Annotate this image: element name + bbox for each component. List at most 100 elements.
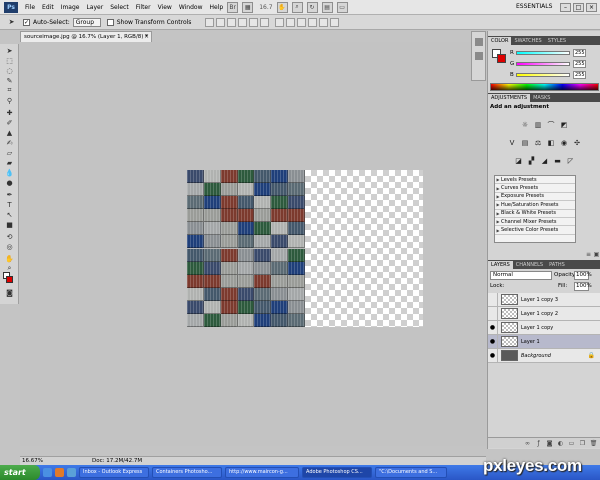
preset-curves[interactable]: ▶ Curves Presets xyxy=(495,184,575,193)
document-size-info[interactable]: Doc: 17.2M/42.7M xyxy=(92,458,142,464)
history-brush-tool-icon[interactable]: ✍ xyxy=(4,138,15,147)
dodge-tool-icon[interactable]: ● xyxy=(4,178,15,187)
task-explorer[interactable]: "C:\Documents and S... xyxy=(375,467,447,478)
gradient-tool-icon[interactable]: ▰ xyxy=(4,158,15,167)
distribute-left-icon[interactable] xyxy=(308,17,318,27)
auto-select-checkbox[interactable]: ✓ xyxy=(23,18,30,26)
menu-image[interactable]: Image xyxy=(61,4,80,11)
document-tab[interactable]: sourceimage.jpg @ 16.7% (Layer 1, RGB/8)… xyxy=(20,31,152,42)
tab-styles[interactable]: STYLES xyxy=(545,37,569,45)
adjustment-layer-icon[interactable]: ◐ xyxy=(557,440,564,447)
task-containers-photoshop[interactable]: Containers Photosho... xyxy=(152,467,222,478)
menu-file[interactable]: File xyxy=(25,4,35,11)
menu-view[interactable]: View xyxy=(158,4,172,11)
history-panel-icon[interactable] xyxy=(475,38,483,46)
layer-name[interactable]: Layer 1 xyxy=(521,339,540,345)
gradient-map-icon[interactable]: ▬ xyxy=(553,156,562,165)
preset-exposure[interactable]: ▶ Exposure Presets xyxy=(495,193,575,202)
lasso-tool-icon[interactable]: ◌ xyxy=(4,66,15,75)
curves-icon[interactable]: ⌒ xyxy=(547,120,556,129)
foreground-color-swatch[interactable] xyxy=(6,276,13,283)
eye-icon[interactable]: ● xyxy=(488,320,498,335)
fill-input[interactable]: 100% xyxy=(574,282,592,291)
move-tool-preset-icon[interactable]: ➤ xyxy=(6,18,17,27)
zoom-tool-icon[interactable]: ⌕ xyxy=(291,1,303,13)
container-image[interactable] xyxy=(187,170,305,327)
align-center-icon[interactable] xyxy=(249,17,259,27)
hue-saturation-icon[interactable]: ▤ xyxy=(521,138,530,147)
vibrance-icon[interactable]: V xyxy=(508,138,517,147)
firefox-quicklaunch-icon[interactable] xyxy=(55,468,64,477)
distribute-top-icon[interactable] xyxy=(275,17,285,27)
invert-icon[interactable]: ◪ xyxy=(514,156,523,165)
tab-adjustments[interactable]: ADJUSTMENTS xyxy=(488,94,531,102)
visibility-toggle[interactable] xyxy=(488,292,498,307)
preset-black-white[interactable]: ▶ Black & White Presets xyxy=(495,210,575,218)
preset-channel-mixer[interactable]: ▶ Channel Mixer Presets xyxy=(495,218,575,227)
menu-layer[interactable]: Layer xyxy=(86,4,103,11)
tab-color[interactable]: COLOR xyxy=(488,37,512,45)
layer-name[interactable]: Layer 1 copy 3 xyxy=(521,297,558,303)
bridge-icon[interactable]: Br xyxy=(227,1,239,13)
move-tool-icon[interactable]: ➤ xyxy=(4,46,15,55)
add-mask-icon[interactable]: ◙ xyxy=(546,440,553,447)
transparent-canvas-region[interactable] xyxy=(305,170,423,327)
menu-edit[interactable]: Edit xyxy=(42,4,54,11)
eye-icon[interactable]: ● xyxy=(488,334,498,349)
path-selection-tool-icon[interactable]: ↖ xyxy=(4,210,15,219)
channel-mixer-icon[interactable]: ✣ xyxy=(573,138,582,147)
arrange-documents-icon[interactable]: ▤ xyxy=(321,1,333,13)
ie-quicklaunch-icon[interactable] xyxy=(43,468,52,477)
layer-style-icon[interactable]: ƒ xyxy=(535,440,542,447)
actions-panel-icon[interactable] xyxy=(475,52,483,60)
layer-row-copy-2[interactable]: Layer 1 copy 2 xyxy=(488,306,600,321)
exposure-icon[interactable]: ◩ xyxy=(560,120,569,129)
tab-layers[interactable]: LAYERS xyxy=(488,261,513,269)
type-tool-icon[interactable]: T xyxy=(4,200,15,209)
distribute-right-icon[interactable] xyxy=(330,17,340,27)
align-top-icon[interactable] xyxy=(205,17,215,27)
layer-name[interactable]: Layer 1 copy 2 xyxy=(521,311,558,317)
threshold-icon[interactable]: ◢ xyxy=(540,156,549,165)
healing-brush-tool-icon[interactable]: ✚ xyxy=(4,108,15,117)
menu-window[interactable]: Window xyxy=(179,4,203,11)
3d-rotate-tool-icon[interactable]: ⟲ xyxy=(4,232,15,241)
layer-name[interactable]: Background xyxy=(521,353,551,359)
visibility-toggle[interactable] xyxy=(488,306,498,321)
close-button[interactable]: × xyxy=(586,3,597,12)
eye-icon[interactable]: ● xyxy=(488,348,498,363)
zoom-level-field[interactable]: 16.7 xyxy=(259,4,272,11)
task-outlook-express[interactable]: Inbox - Outlook Express xyxy=(79,467,149,478)
quick-mask-icon[interactable]: ◙ xyxy=(4,288,15,297)
screen-mode-icon[interactable]: ▭ xyxy=(336,1,348,13)
distribute-bottom-icon[interactable] xyxy=(297,17,307,27)
clone-stamp-tool-icon[interactable]: ▲ xyxy=(4,128,15,137)
align-left-icon[interactable] xyxy=(238,17,248,27)
posterize-icon[interactable]: ▞ xyxy=(527,156,536,165)
minimize-button[interactable]: – xyxy=(560,3,571,12)
layer-row-copy-3[interactable]: Layer 1 copy 3 xyxy=(488,292,600,307)
opacity-input[interactable]: 100% xyxy=(574,271,592,280)
preset-hue-saturation[interactable]: ▶ Hue/Saturation Presets xyxy=(495,201,575,210)
align-right-icon[interactable] xyxy=(260,17,270,27)
task-browser[interactable]: http://www.maircon-g... xyxy=(225,467,299,478)
marquee-tool-icon[interactable]: ⬚ xyxy=(4,56,15,65)
transform-controls-checkbox[interactable] xyxy=(106,18,114,26)
outlook-quicklaunch-icon[interactable] xyxy=(67,468,76,477)
green-slider[interactable] xyxy=(516,61,570,66)
hand-tool-icon[interactable]: ✋ xyxy=(276,1,288,13)
3d-orbit-tool-icon[interactable]: ◎ xyxy=(4,242,15,251)
tab-channels[interactable]: CHANNELS xyxy=(513,261,546,269)
tab-paths[interactable]: PATHS xyxy=(546,261,568,269)
tab-masks[interactable]: MASKS xyxy=(530,94,553,102)
restore-button[interactable]: □ xyxy=(573,3,584,12)
menu-filter[interactable]: Filter xyxy=(136,4,151,11)
color-balance-icon[interactable]: ⚖ xyxy=(534,138,543,147)
brush-tool-icon[interactable]: ✐ xyxy=(4,118,15,127)
new-group-icon[interactable]: ▭ xyxy=(568,440,575,447)
distribute-center-icon[interactable] xyxy=(319,17,329,27)
blur-tool-icon[interactable]: 💧 xyxy=(4,168,15,177)
new-layer-icon[interactable]: ❐ xyxy=(579,440,586,447)
eyedropper-tool-icon[interactable]: ⚲ xyxy=(4,96,15,105)
levels-icon[interactable]: ▥ xyxy=(534,120,543,129)
